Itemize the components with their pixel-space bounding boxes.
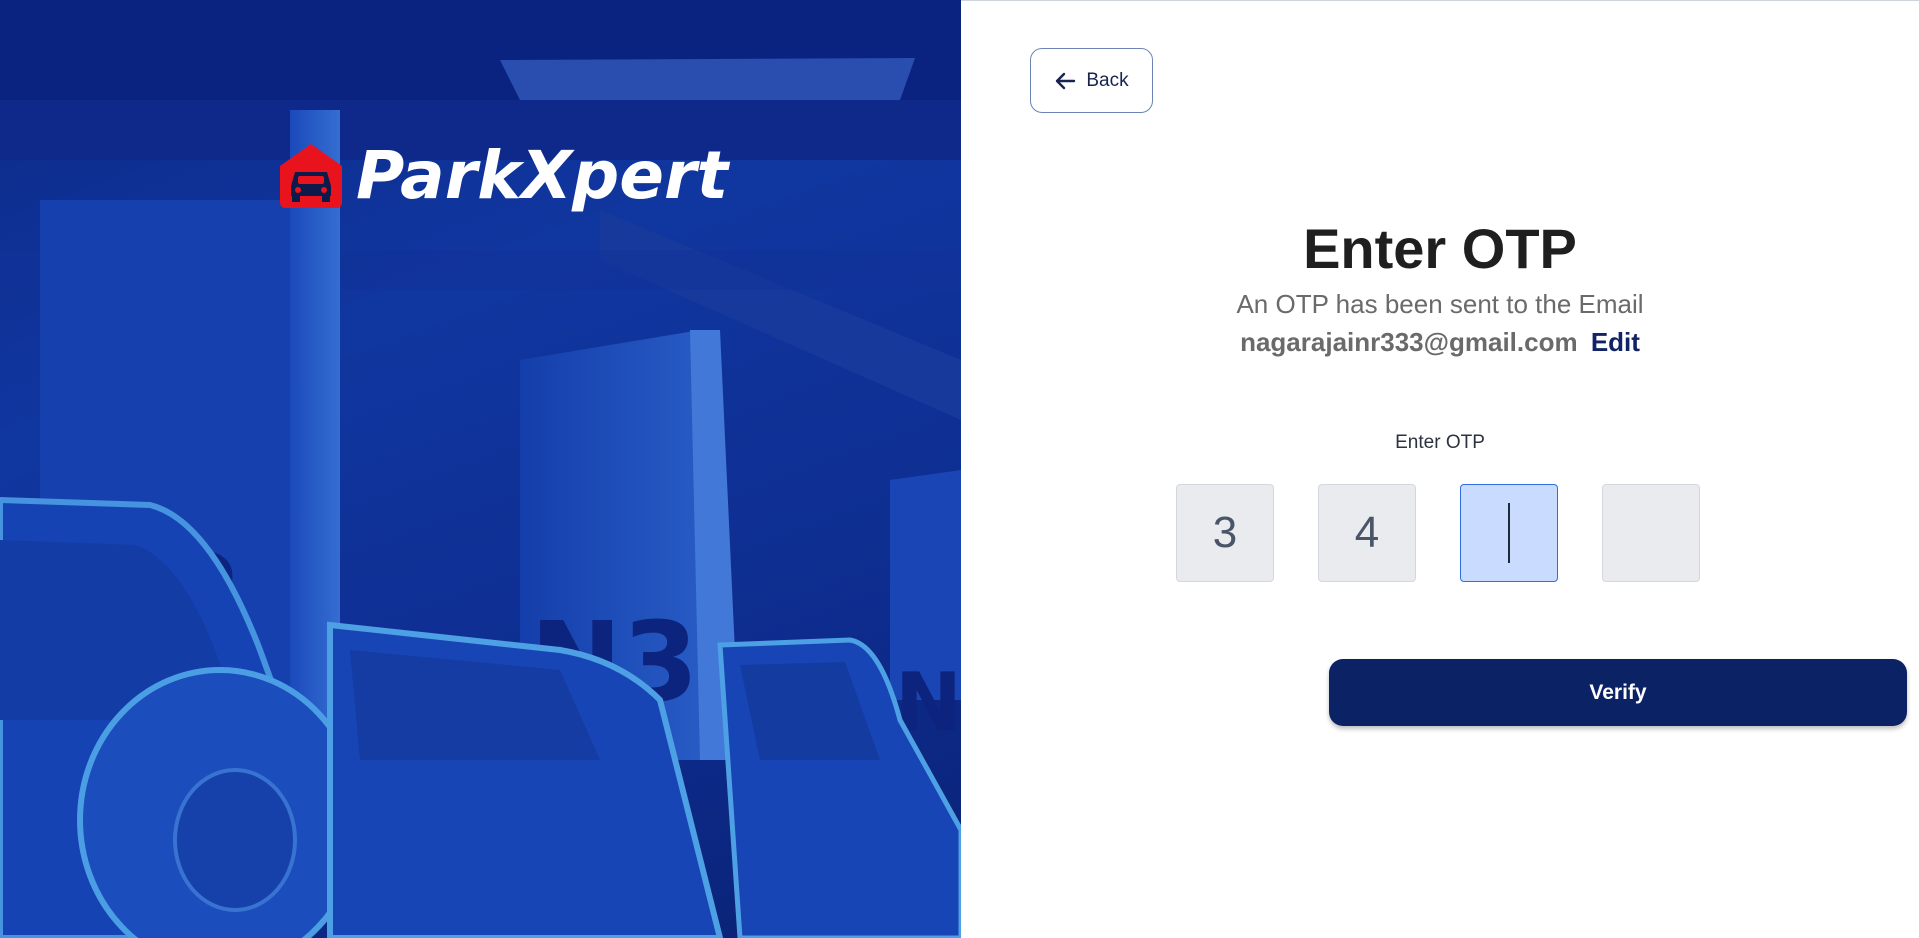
email-line: nagarajainr333@gmail.com Edit — [961, 327, 1919, 358]
arrow-left-icon — [1056, 72, 1076, 89]
back-button[interactable]: Back — [1030, 48, 1153, 113]
text-cursor — [1508, 503, 1510, 563]
otp-digit-1[interactable]: 3 — [1176, 484, 1274, 582]
otp-label: Enter OTP — [1395, 432, 1485, 453]
otp-panel: Back Enter OTP An OTP has been sent to t… — [961, 0, 1919, 938]
otp-digit-2[interactable]: 4 — [1318, 484, 1416, 582]
otp-digit-3[interactable] — [1460, 484, 1558, 582]
login-page: 2 N3 N — [0, 0, 1919, 938]
page-title: Enter OTP — [1303, 217, 1577, 280]
brand-name: ParkXpert — [356, 137, 729, 214]
otp-input-group: 3 4 — [1176, 484, 1700, 582]
back-label: Back — [1086, 69, 1129, 91]
verify-button[interactable]: Verify — [1329, 659, 1907, 726]
brand-logo: ParkXpert — [278, 142, 728, 210]
otp-sent-message: An OTP has been sent to the Email — [1236, 289, 1644, 319]
car-garage-icon — [280, 144, 342, 208]
hero-panel: 2 N3 N — [0, 0, 961, 938]
otp-digit-4[interactable] — [1602, 484, 1700, 582]
edit-email-link[interactable]: Edit — [1591, 327, 1640, 357]
email-address: nagarajainr333@gmail.com — [1240, 327, 1578, 357]
